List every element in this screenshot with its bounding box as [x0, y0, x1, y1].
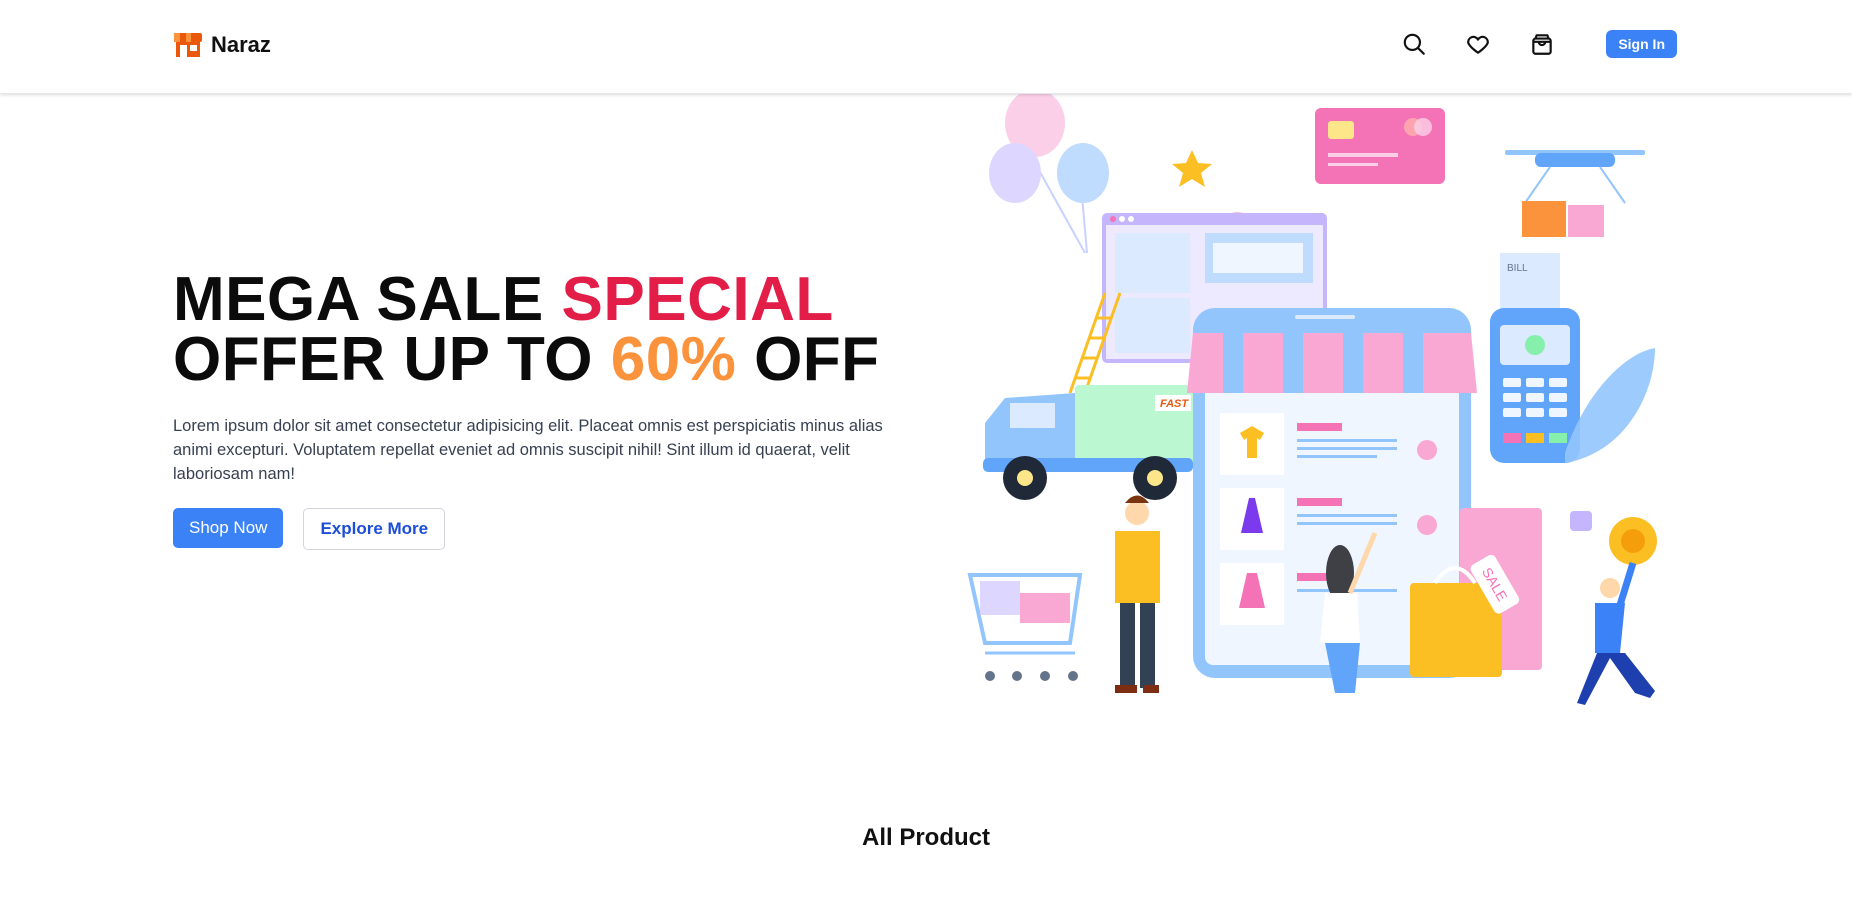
heart-icon[interactable]: [1464, 30, 1492, 58]
hero-headline: MEGA SALE SPECIAL OFFER UP TO 60% OFF: [173, 269, 903, 391]
storefront-icon: [174, 33, 202, 57]
truck-label: FAST: [1160, 398, 1189, 410]
shop-now-button[interactable]: Shop Now: [173, 508, 284, 548]
balloons-left-illustration: [989, 93, 1109, 254]
brand-name: Naraz: [211, 32, 271, 57]
shopping-cart-illustration: [967, 573, 1083, 681]
bill-label: BILL: [1507, 263, 1528, 274]
headline-part2: OFFER UP TO: [173, 325, 611, 394]
nav-actions: Sign In: [1400, 30, 1677, 58]
star-illustration: [1172, 150, 1212, 187]
hero-description: Lorem ipsum dolor sit amet consectetur a…: [173, 417, 883, 483]
headline-highlight-special: SPECIAL: [561, 265, 834, 334]
credit-card-illustration: [1315, 108, 1445, 184]
navbar: Naraz Sign In: [0, 0, 1852, 94]
delivery-truck-illustration: FAST: [983, 385, 1193, 500]
search-icon[interactable]: [1400, 30, 1428, 58]
headline-highlight-percent: 60%: [610, 325, 737, 394]
brand[interactable]: Naraz: [173, 32, 271, 58]
shopper-man-illustration: [1115, 495, 1160, 693]
all-products-heading: All Product: [861, 824, 990, 851]
card-terminal-illustration: BILL: [1490, 253, 1580, 463]
hero-text: MEGA SALE SPECIAL OFFER UP TO 60% OFF Lor…: [173, 269, 903, 550]
hero-illustration: FAST BILL SALE: [967, 93, 1657, 705]
headline-part3: OFF: [736, 325, 880, 394]
drone-illustration: [1505, 150, 1645, 237]
sign-in-button[interactable]: Sign In: [1606, 30, 1677, 58]
shopping-bag-icon[interactable]: [1528, 30, 1556, 58]
jumping-man-illustration: [1570, 511, 1657, 705]
headline-part1: MEGA SALE: [173, 265, 562, 334]
hero-cta-row: Shop Now Explore More: [173, 508, 903, 550]
explore-more-button[interactable]: Explore More: [303, 508, 446, 550]
